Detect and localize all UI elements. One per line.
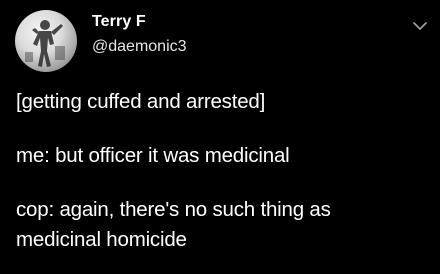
avatar-figure-icon	[25, 20, 65, 67]
tweet-line: medicinal homicide	[16, 228, 187, 251]
author-display-name[interactable]: Terry F	[92, 14, 187, 30]
author-handle[interactable]: @daemonic3	[92, 39, 187, 55]
tweet-line: me: but officer it was medicinal	[16, 144, 290, 167]
tweet-line: cop: again, there's no such thing as	[16, 198, 331, 221]
tweet-line: [getting cuffed and arrested]	[16, 90, 266, 113]
tweet-menu-button[interactable]	[412, 20, 428, 32]
avatar[interactable]	[15, 10, 77, 72]
author-info: Terry F @daemonic3	[92, 14, 187, 55]
chevron-down-icon	[413, 22, 427, 30]
tweet-card: Terry F @daemonic3 [getting cuffed and a…	[0, 0, 440, 274]
